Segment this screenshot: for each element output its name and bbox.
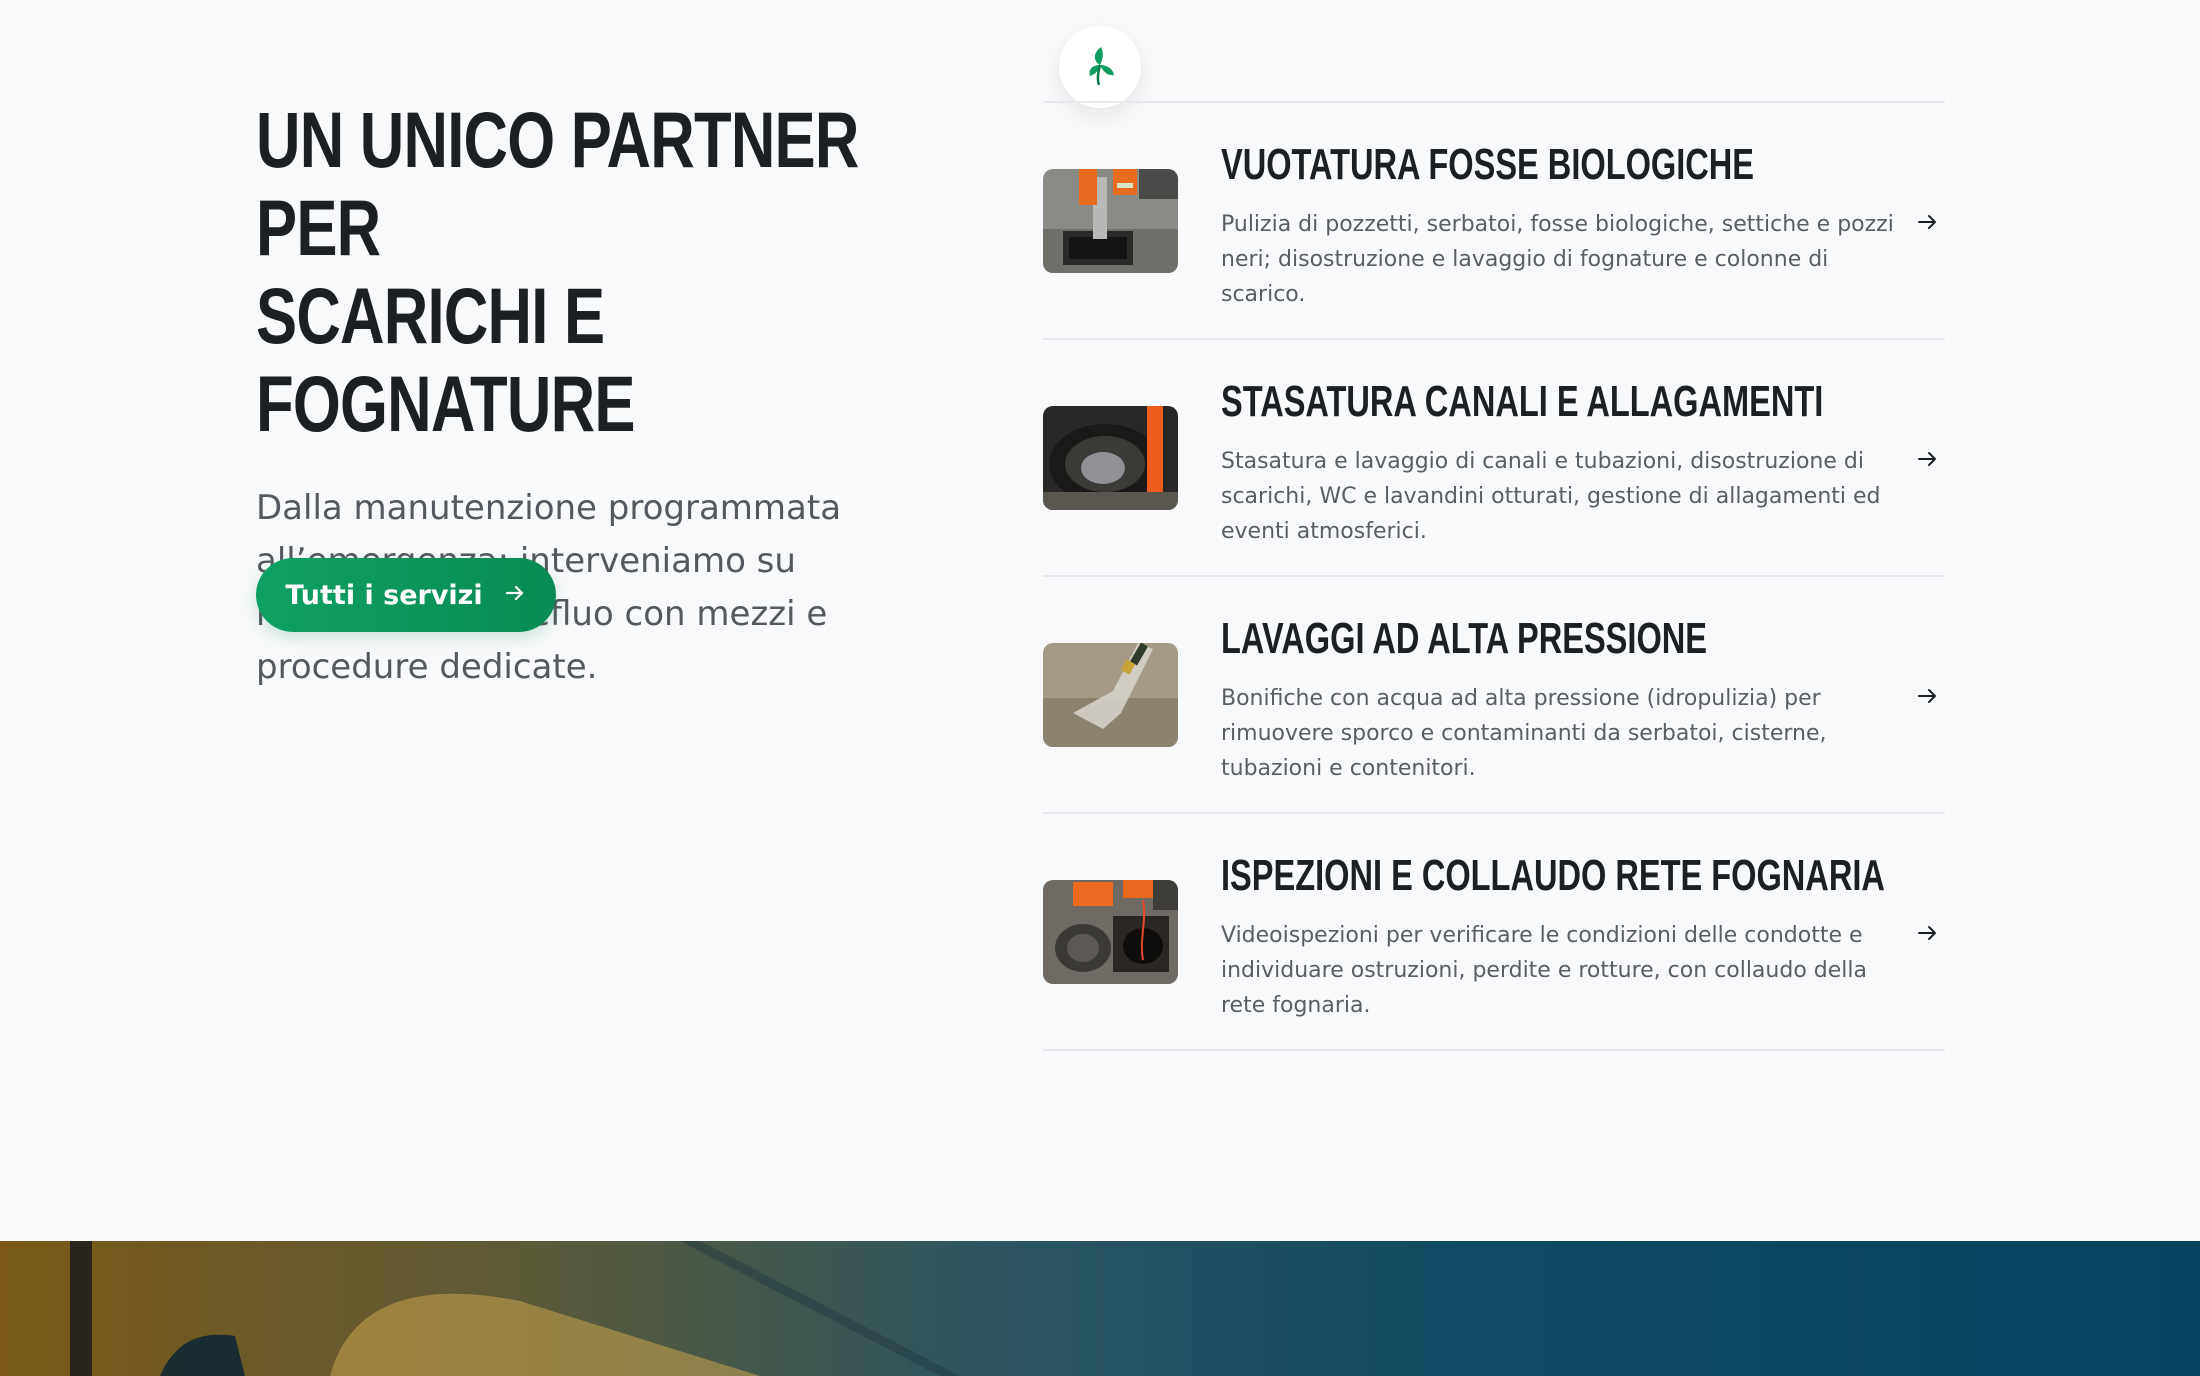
service-item[interactable]: LAVAGGI AD ALTA PRESSIONE Bonifiche con … (1043, 577, 1945, 814)
arrow-right-icon[interactable] (1911, 205, 1945, 239)
service-item[interactable]: VUOTATURA FOSSE BIOLOGICHE Pulizia di po… (1043, 103, 1945, 340)
service-description: Bonifiche con acqua ad alta pressione (i… (1221, 686, 1827, 781)
all-services-button[interactable]: Tutti i servizi (256, 558, 556, 632)
service-thumbnail (1043, 406, 1178, 510)
service-description: Videoispezioni per verificare le condizi… (1221, 923, 1867, 1018)
arrow-right-icon[interactable] (1911, 442, 1945, 476)
arrow-right-icon[interactable] (1911, 679, 1945, 713)
hero-banner-image (0, 1241, 2200, 1376)
services-list: VUOTATURA FOSSE BIOLOGICHE Pulizia di po… (1043, 101, 1945, 1051)
service-thumbnail (1043, 169, 1178, 273)
service-item[interactable]: ISPEZIONI E COLLAUDO RETE FOGNARIA Video… (1043, 814, 1945, 1051)
service-description: Pulizia di pozzetti, serbatoi, fosse bio… (1221, 212, 1894, 307)
page-title: UN UNICO PARTNER PER SCARICHI E FOGNATUR… (256, 96, 919, 448)
service-title: VUOTATURA FOSSE BIOLOGICHE (1221, 140, 1755, 189)
arrow-right-icon (503, 579, 527, 612)
brand-logo-badge (1059, 26, 1141, 108)
service-title: STASATURA CANALI E ALLAGAMENTI (1221, 377, 1824, 426)
leaf-logo-icon (1083, 43, 1117, 92)
service-description: Stasatura e lavaggio di canali e tubazio… (1221, 449, 1881, 544)
page-title-line-2: SCARICHI E FOGNATURE (256, 271, 635, 448)
service-title: LAVAGGI AD ALTA PRESSIONE (1221, 614, 1708, 663)
page: UN UNICO PARTNER PER SCARICHI E FOGNATUR… (0, 0, 2200, 1376)
arrow-right-icon[interactable] (1911, 916, 1945, 950)
service-title: ISPEZIONI E COLLAUDO RETE FOGNARIA (1221, 851, 1885, 900)
page-title-line-1: UN UNICO PARTNER PER (256, 95, 859, 272)
service-item[interactable]: STASATURA CANALI E ALLAGAMENTI Stasatura… (1043, 340, 1945, 577)
service-thumbnail (1043, 643, 1178, 747)
service-thumbnail (1043, 880, 1178, 984)
all-services-label: Tutti i servizi (285, 579, 483, 611)
